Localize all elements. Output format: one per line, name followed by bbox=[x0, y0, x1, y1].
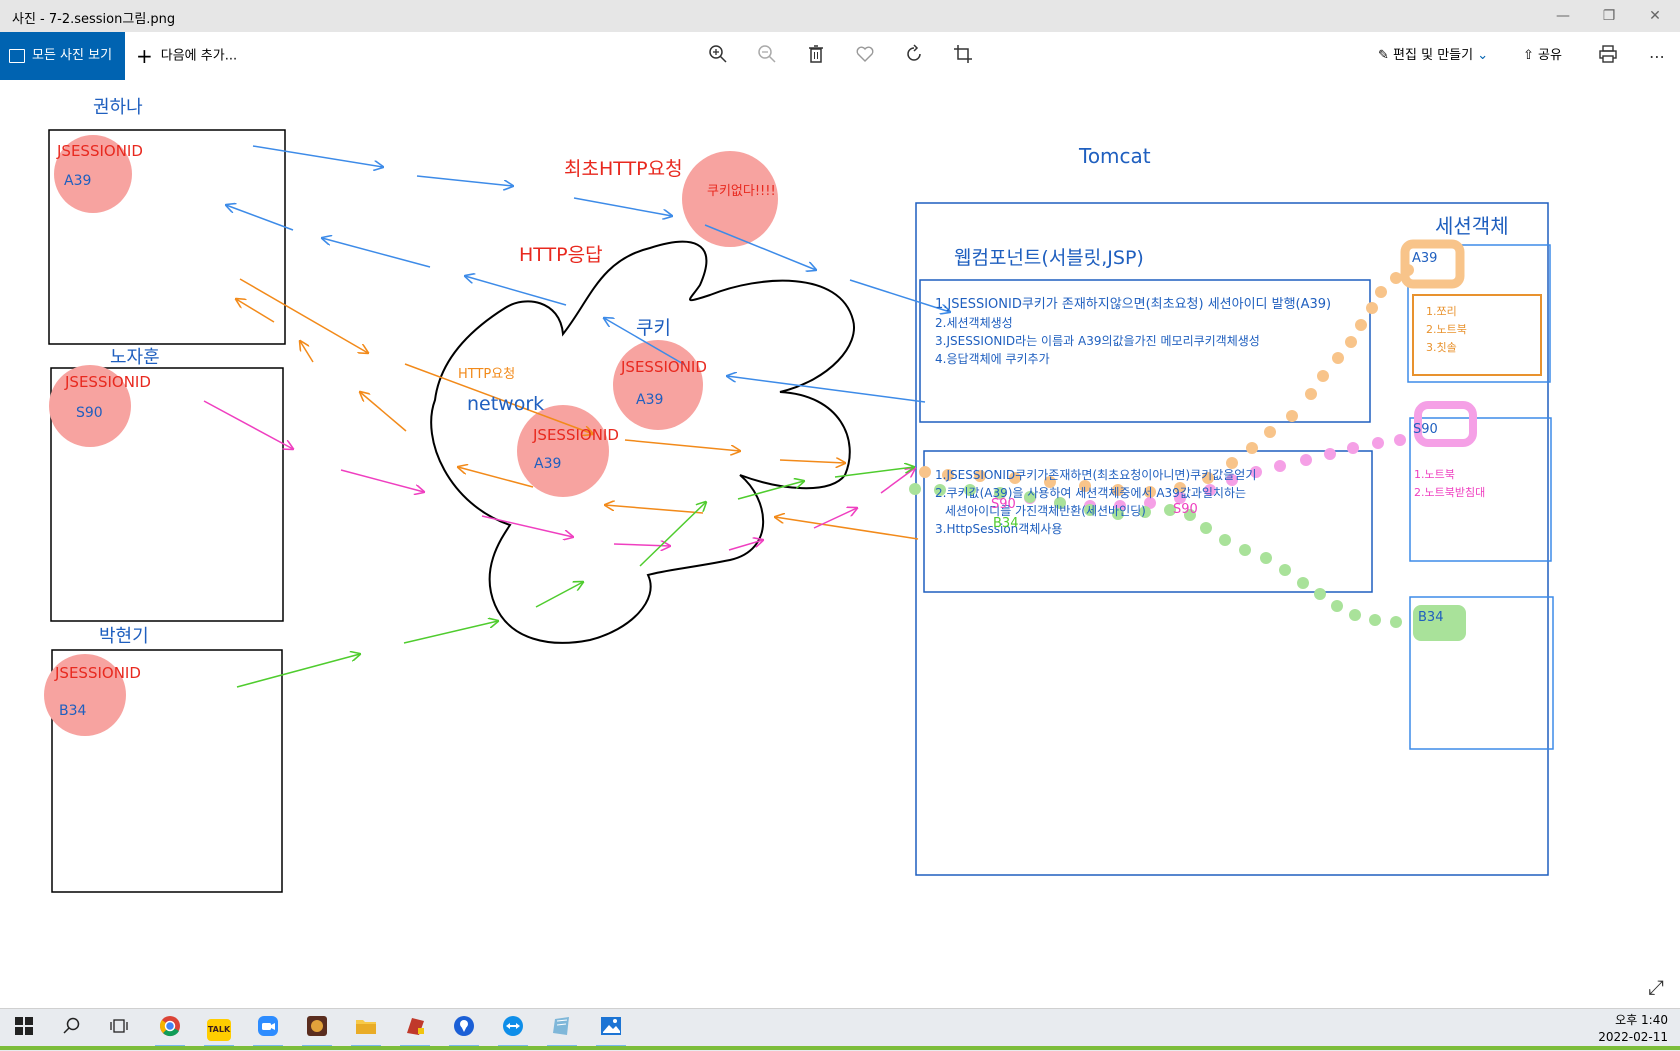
notepad-icon[interactable] bbox=[547, 1015, 577, 1048]
overlay-b34-label: B34 bbox=[993, 516, 1019, 531]
session-s90-item-2: 2.노트북받침대 bbox=[1414, 486, 1486, 499]
edit-create-button[interactable]: ✎ 편집 및 만들기 ⌄ bbox=[1378, 32, 1488, 80]
http-response-label: HTTP응답 bbox=[519, 244, 603, 266]
add-to-button[interactable]: + 다음에 추가... bbox=[136, 32, 237, 80]
session-a39-item-1: 1.쪼리 bbox=[1426, 305, 1457, 318]
kakaotalk-icon[interactable]: TALK bbox=[204, 1015, 234, 1048]
chevron-down-icon: ⌄ bbox=[1477, 48, 1489, 63]
zoom-in-icon[interactable] bbox=[705, 44, 731, 70]
all-photos-button[interactable]: 모든 사진 보기 bbox=[0, 32, 125, 80]
task-view-icon[interactable] bbox=[104, 1015, 134, 1045]
step-box-2-text: 1.JSESSIONID쿠키가존재하면(최초요청이아니면)쿠키값을얻기 2.쿠키… bbox=[935, 466, 1256, 538]
minimize-button[interactable]: — bbox=[1540, 0, 1586, 32]
client-cookie-label-2: JSESSIONID bbox=[65, 373, 151, 391]
teamviewer-icon[interactable] bbox=[498, 1015, 528, 1048]
network-cookie-value: A39 bbox=[534, 456, 562, 472]
session-b34-id: B34 bbox=[1418, 610, 1444, 625]
edit-create-label: 편집 및 만들기 bbox=[1393, 48, 1474, 63]
client-name-3: 박현기 bbox=[99, 626, 149, 647]
client-session-id-3: B34 bbox=[59, 703, 87, 719]
edit-icon: ✎ bbox=[1378, 48, 1389, 63]
step-3-line: 3.JSESSIONID라는 이름과 A39의값을가진 메모리쿠키객체생성 bbox=[935, 334, 1260, 348]
title-bar: 사진 - 7-2.session그림.png — ❐ ✕ bbox=[0, 0, 1680, 32]
search-icon[interactable] bbox=[57, 1015, 87, 1045]
clock-date: 2022-02-11 bbox=[1598, 1030, 1668, 1044]
photo-icon bbox=[9, 49, 25, 63]
more-button[interactable]: ⋯ bbox=[1644, 44, 1670, 70]
share-button[interactable]: ⇧ 공유 bbox=[1523, 32, 1562, 80]
chrome-icon[interactable] bbox=[155, 1015, 185, 1048]
add-to-label: 다음에 추가... bbox=[160, 48, 238, 64]
session-a39-id: A39 bbox=[1412, 251, 1438, 266]
session-a39-items: 1.쪼리 2.노트북 3.칫솔 bbox=[1426, 303, 1467, 357]
network-cookie-label-2: JSESSIONID bbox=[621, 358, 707, 376]
fullscreen-icon[interactable]: ⤢ bbox=[1648, 975, 1664, 999]
no-cookie-circle bbox=[682, 151, 778, 247]
client-cookie-label-3: JSESSIONID bbox=[55, 664, 141, 682]
kakaotalk-label: TALK bbox=[207, 1019, 231, 1041]
network-cookie-label: JSESSIONID bbox=[533, 426, 619, 444]
web-component-label: 웹컴포넌트(서블릿,JSP) bbox=[954, 247, 1144, 269]
plus-icon: + bbox=[136, 44, 153, 68]
client-name-1: 권하나 bbox=[93, 97, 143, 118]
window-title: 사진 - 7-2.session그림.png bbox=[12, 12, 176, 27]
zoom-out-icon[interactable] bbox=[754, 44, 780, 70]
client-name-2: 노자훈 bbox=[110, 347, 160, 368]
overlay-s90-label-2: S90 bbox=[1173, 502, 1198, 517]
toolbar: 모든 사진 보기 + 다음에 추가... ✎ 편집 및 만들기 ⌄ ⇧ 공유 ⋯ bbox=[0, 32, 1680, 80]
network-cookie-value-2: A39 bbox=[636, 392, 664, 408]
cookie-label: 쿠키 bbox=[636, 317, 671, 339]
step-box-1-text: 1.JSESSIONID쿠키가 존재하지않으면(최초요청) 세션아이디 발행(A… bbox=[935, 296, 1331, 368]
first-request-label: 최초HTTP요청 bbox=[564, 158, 683, 180]
favorite-icon[interactable] bbox=[852, 44, 878, 70]
step2-3-line: 세션아이디를 가진객체반환(세션바인딩) bbox=[945, 504, 1146, 518]
session-s90-id: S90 bbox=[1413, 422, 1438, 437]
session-a39-item-2: 2.노트북 bbox=[1426, 323, 1467, 336]
game-icon[interactable] bbox=[302, 1015, 332, 1048]
clock-time: 오후 1:40 bbox=[1615, 1013, 1668, 1027]
close-button[interactable]: ✕ bbox=[1632, 0, 1678, 32]
network-label: network bbox=[467, 393, 545, 415]
all-photos-label: 모든 사진 보기 bbox=[32, 48, 113, 63]
client-session-id-2: S90 bbox=[76, 405, 103, 421]
share-label: 공유 bbox=[1538, 48, 1562, 63]
session-a39-item-3: 3.칫솔 bbox=[1426, 341, 1457, 354]
system-clock[interactable]: 오후 1:40 2022-02-11 bbox=[1598, 1012, 1668, 1046]
step-2-line: 2.세션객체생성 bbox=[935, 316, 1013, 330]
start-icon[interactable] bbox=[9, 1015, 39, 1045]
session-s90-item-1: 1.노트북 bbox=[1414, 468, 1455, 481]
crop-icon[interactable] bbox=[950, 44, 976, 70]
delete-icon[interactable] bbox=[803, 44, 829, 70]
rotate-icon[interactable] bbox=[901, 44, 927, 70]
http-request-label: HTTP요청 bbox=[458, 367, 516, 382]
step-4-line: 4.응답객체에 쿠키추가 bbox=[935, 352, 1050, 366]
zoom-icon[interactable] bbox=[253, 1015, 283, 1048]
diagram-drawing bbox=[44, 129, 1554, 893]
photos-icon[interactable] bbox=[596, 1015, 626, 1048]
app-icon[interactable] bbox=[400, 1015, 430, 1048]
session-object-label: 세션객체 bbox=[1435, 214, 1509, 238]
session-s90-items: 1.노트북 2.노트북받침대 bbox=[1414, 466, 1485, 502]
client-cookie-label-1: JSESSIONID bbox=[57, 142, 143, 160]
file-explorer-icon[interactable] bbox=[351, 1015, 381, 1048]
share-icon: ⇧ bbox=[1523, 48, 1534, 63]
taskbar: TALK 오후 1:40 2022-02-11 bbox=[0, 1008, 1680, 1051]
tomcat-label: Tomcat bbox=[1079, 144, 1151, 168]
step-1-line: 1.JSESSIONID쿠키가 존재하지않으면(최초요청) 세션아이디 발행(A… bbox=[935, 297, 1332, 312]
step2-4-line: 3.HttpSession객체사용 bbox=[935, 522, 1063, 536]
step2-2-line: 2.쿠키값(A39)을 사용하여 세션객체중에서 A39값과일치하는 bbox=[935, 486, 1247, 500]
step2-1-line: 1.JSESSIONID쿠키가존재하면(최초요청이아니면)쿠키값을얻기 bbox=[935, 468, 1257, 482]
network-cookie-circle bbox=[517, 405, 609, 497]
network-cookie-circle-2 bbox=[613, 340, 703, 430]
print-icon[interactable] bbox=[1595, 44, 1621, 70]
maximize-button[interactable]: ❐ bbox=[1586, 0, 1632, 32]
accent-strip bbox=[0, 1046, 1680, 1050]
maps-icon[interactable] bbox=[449, 1015, 479, 1048]
no-cookie-label: 쿠키없다!!!! bbox=[707, 184, 776, 199]
client-session-id-1: A39 bbox=[64, 173, 92, 189]
overlay-s90-label: S90 bbox=[991, 497, 1016, 512]
image-canvas: 권하나 JSESSIONID A39 노자훈 JSESSIONID S90 박현… bbox=[0, 80, 1680, 1008]
